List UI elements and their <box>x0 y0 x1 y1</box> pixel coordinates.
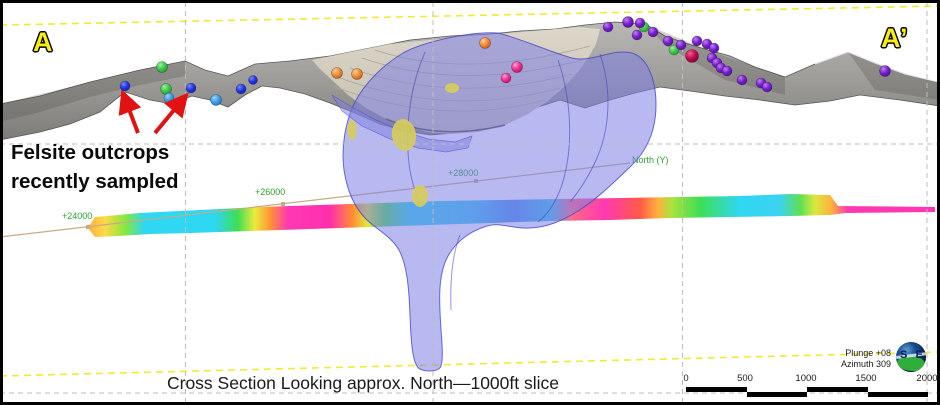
collar-dot-purple <box>648 27 658 37</box>
collar-dot-pink <box>512 62 523 73</box>
collar-dot-purple <box>737 75 747 85</box>
collar-dot-blue <box>120 81 130 91</box>
collar-dot-purple <box>722 66 732 76</box>
section-label-a: A <box>33 27 54 58</box>
collar-dot-blue <box>186 83 196 93</box>
collar-dot-lightblue <box>164 93 174 103</box>
collar-dot-purple <box>635 18 645 28</box>
axis-label-26000: +26000 <box>255 187 285 197</box>
collar-dot-blue <box>249 76 258 85</box>
collar-dot-green <box>157 62 168 73</box>
section-label-a-prime: A’ <box>881 23 909 54</box>
axis-label-24000: +24000 <box>62 211 92 221</box>
scale-label-1500: 1500 <box>855 373 876 384</box>
axis-tick-24000 <box>86 225 90 229</box>
felsite-annotation: Felsite outcrops recently sampled <box>11 138 179 196</box>
felsite-arrow-left <box>124 96 138 133</box>
axis-tick-26000 <box>281 202 285 206</box>
collar-dot-purple <box>623 17 634 28</box>
collar-dot-purple <box>632 30 642 40</box>
collar-dot-blue <box>236 84 246 94</box>
collar-dot-lightblue <box>211 95 222 106</box>
collar-dot-purple <box>603 22 613 32</box>
globe-letter-s: S <box>900 349 907 361</box>
scale-segment-3 <box>807 387 868 392</box>
collar-dot-orange <box>480 38 491 49</box>
scale-segment-4 <box>868 392 929 397</box>
collar-dot-orange <box>352 69 363 80</box>
scale-label-0: 0 <box>683 373 688 384</box>
scale-label-1000: 1000 <box>795 373 816 384</box>
section-line-top <box>0 6 940 25</box>
scene-canvas[interactable]: +24000 +26000 +28000 North (Y) <box>0 0 940 405</box>
scale-label-500: 500 <box>737 373 753 384</box>
caption: Cross Section Looking approx. North—1000… <box>123 373 603 394</box>
view-orientation-info: Plunge +08 Azimuth 309 <box>803 348 891 370</box>
collar-dot-purple <box>762 82 772 92</box>
scale-label-2000: 2000 <box>916 373 937 384</box>
collar-dot-pink <box>501 73 511 83</box>
cross-section-view: +24000 +26000 +28000 North (Y) <box>0 0 940 405</box>
felsite-annotation-line2: recently sampled <box>11 167 179 196</box>
collar-dot-purple <box>709 43 719 53</box>
azimuth-value: Azimuth 309 <box>803 359 891 370</box>
plunge-value: Plunge +08 <box>803 348 891 359</box>
globe-letter-e: E <box>916 349 923 361</box>
collar-dot-orange <box>332 68 343 79</box>
felsite-annotation-line1: Felsite outcrops <box>11 138 179 167</box>
collar-dot-purple <box>692 36 702 46</box>
orientation-globe-icon[interactable]: S E <box>896 342 926 372</box>
scale-segment-1 <box>686 387 747 392</box>
collar-dot-purple <box>663 36 673 46</box>
collar-dot-crimson <box>686 50 699 63</box>
collar-dot-purple <box>676 40 686 50</box>
collar-dot-purple <box>880 66 891 77</box>
scale-segment-2 <box>747 392 808 397</box>
